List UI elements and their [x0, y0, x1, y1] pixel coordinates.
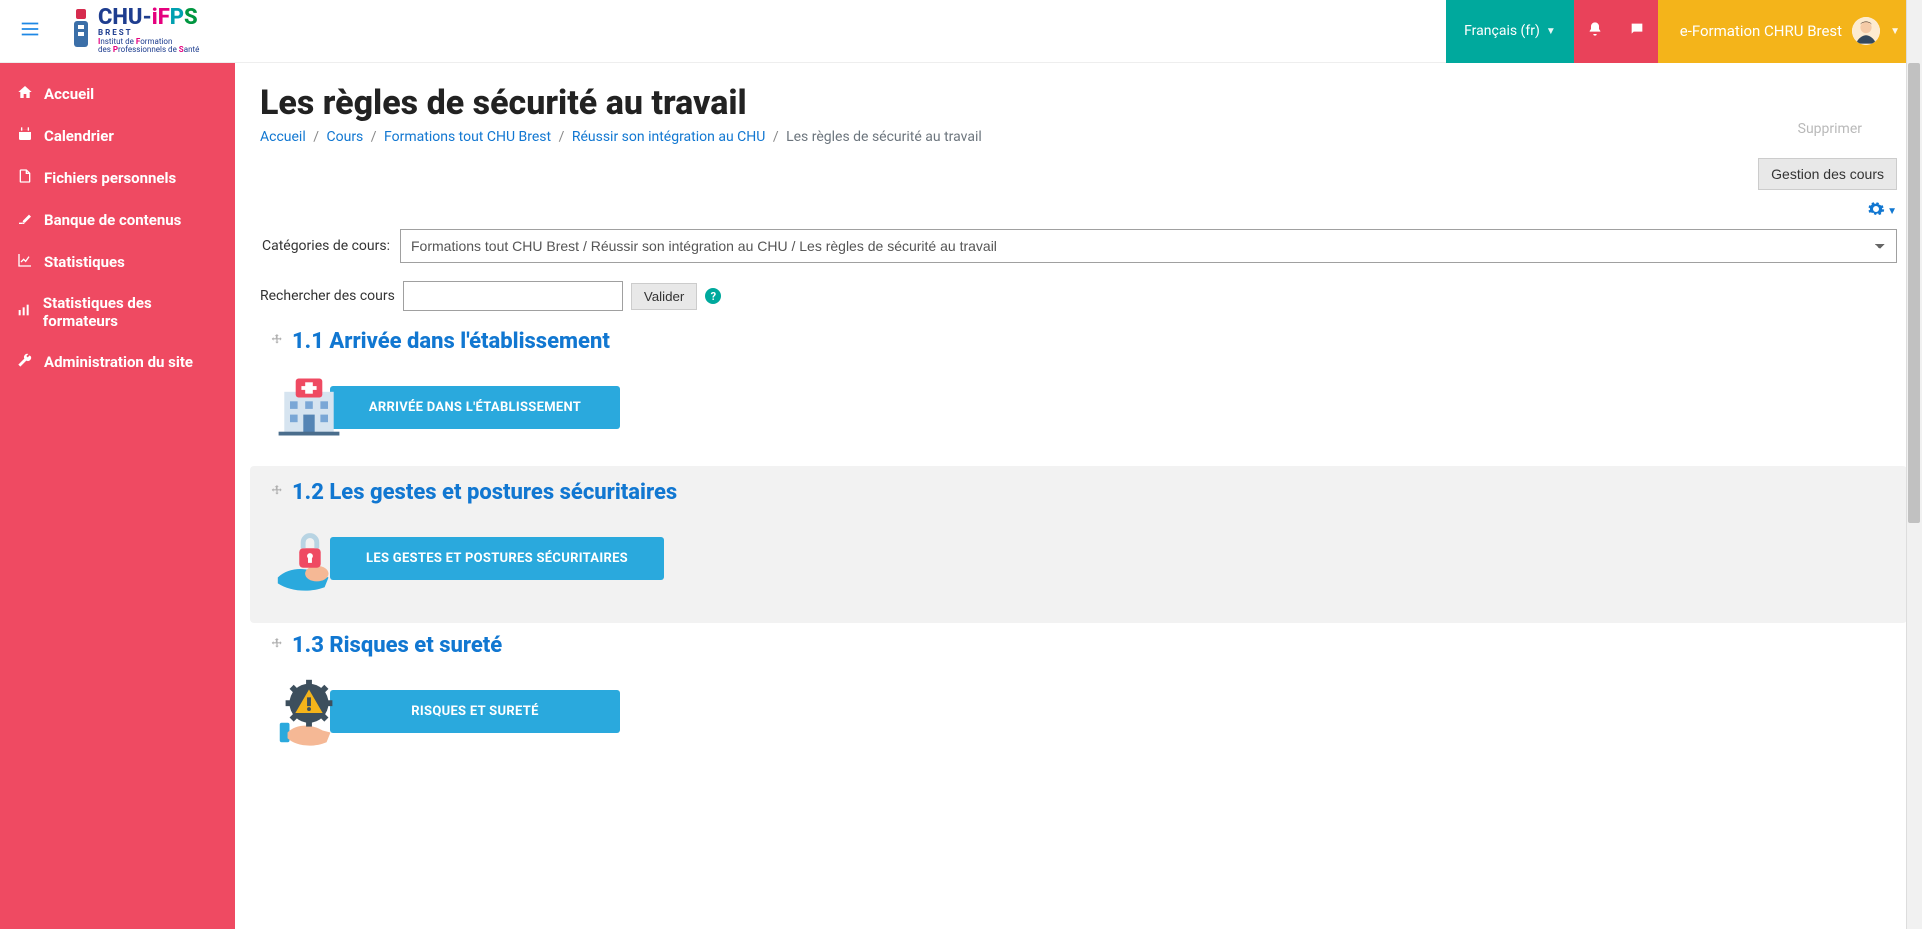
paint-icon — [16, 210, 34, 230]
sidebar: Accueil Calendrier Fichiers personnels B… — [0, 63, 235, 929]
bell-icon — [1587, 21, 1603, 41]
category-select[interactable]: Formations tout CHU Brest / Réussir son … — [400, 229, 1897, 263]
sidebar-item-accueil[interactable]: Accueil — [0, 73, 235, 115]
chevron-down-icon: ▼ — [1546, 26, 1556, 37]
page-title: Les règles de sécurité au travail — [260, 83, 1897, 123]
user-label: e-Formation CHRU Brest — [1680, 22, 1842, 40]
sidebar-item-label: Accueil — [44, 85, 94, 103]
help-icon[interactable]: ? — [705, 288, 721, 304]
sidebar-item-fichiers[interactable]: Fichiers personnels — [0, 157, 235, 199]
scrollbar[interactable] — [1906, 0, 1922, 929]
breadcrumb-link[interactable]: Réussir son intégration au CHU — [572, 129, 766, 145]
notifications-button[interactable] — [1574, 0, 1616, 63]
sidebar-item-label: Fichiers personnels — [44, 169, 176, 187]
settings-menu-button[interactable]: ▼ — [1867, 200, 1897, 223]
breadcrumb-link[interactable]: Cours — [327, 129, 364, 145]
sidebar-item-label: Administration du site — [44, 353, 193, 371]
scrollbar-thumb[interactable] — [1908, 63, 1920, 523]
course-thumb-gear-warning-icon — [270, 672, 348, 750]
course-card: ARRIVÉE DANS L'ÉTABLISSEMENT — [270, 368, 1897, 446]
logo-chu: CHU — [98, 5, 142, 30]
gear-icon — [1867, 200, 1885, 223]
category-title-link[interactable]: 1.3 Risques et sureté — [292, 633, 502, 658]
sidebar-item-label: Banque de contenus — [44, 211, 181, 229]
sidebar-item-label: Calendrier — [44, 127, 114, 145]
breadcrumb-link[interactable]: Accueil — [260, 129, 306, 145]
site-logo[interactable]: CHU-iFPS BREST IInstitut de Formationnst… — [60, 7, 199, 55]
category-title-link[interactable]: 1.1 Arrivée dans l'établissement — [292, 329, 610, 354]
course-category: 1.2 Les gestes et postures sécuritaires … — [250, 466, 1907, 623]
topbar: CHU-iFPS BREST IInstitut de Formationnst… — [0, 0, 1922, 63]
language-selector[interactable]: Français (fr) ▼ — [1446, 0, 1574, 63]
home-icon — [16, 84, 34, 104]
course-card: RISQUES ET SURETÉ — [270, 672, 1897, 750]
user-menu[interactable]: e-Formation CHRU Brest ▼ — [1658, 0, 1922, 63]
main-content: Les règles de sécurité au travail Accuei… — [235, 63, 1922, 929]
sidebar-item-banque[interactable]: Banque de contenus — [0, 199, 235, 241]
logo-ifps-p: P — [170, 5, 184, 30]
logo-ifps-s: S — [184, 5, 198, 30]
move-icon[interactable] — [270, 333, 284, 351]
sidebar-item-label: Statistiques des formateurs — [43, 294, 219, 330]
wrench-icon — [16, 352, 34, 372]
sidebar-item-stats[interactable]: Statistiques — [0, 241, 235, 283]
chevron-down-icon: ▼ — [1890, 26, 1900, 37]
course-button[interactable]: ARRIVÉE DANS L'ÉTABLISSEMENT — [330, 386, 620, 429]
sidebar-item-stats-formateurs[interactable]: Statistiques des formateurs — [0, 283, 235, 341]
avatar — [1852, 17, 1880, 45]
sidebar-item-label: Statistiques — [44, 253, 125, 271]
move-icon[interactable] — [270, 637, 284, 655]
breadcrumb-current: Les règles de sécurité au travail — [786, 129, 982, 145]
delete-hint: Supprimer — [1798, 121, 1862, 137]
breadcrumb-link[interactable]: Formations tout CHU Brest — [384, 129, 551, 145]
course-card: LES GESTES ET POSTURES SÉCURITAIRES — [270, 519, 1897, 597]
course-category: 1.1 Arrivée dans l'établissement — [260, 319, 1897, 466]
category-title-link[interactable]: 1.2 Les gestes et postures sécuritaires — [292, 480, 677, 505]
course-thumb-hospital-icon — [270, 368, 348, 446]
messages-button[interactable] — [1616, 0, 1658, 63]
chat-icon — [1629, 21, 1645, 41]
chart-bar-icon — [16, 302, 33, 322]
chevron-down-icon: ▼ — [1887, 206, 1897, 217]
sidebar-item-admin[interactable]: Administration du site — [0, 341, 235, 383]
language-label: Français (fr) — [1464, 23, 1540, 39]
sidebar-item-calendrier[interactable]: Calendrier — [0, 115, 235, 157]
breadcrumb: Accueil / Cours / Formations tout CHU Br… — [260, 129, 1897, 145]
calendar-icon — [16, 126, 34, 146]
file-icon — [16, 168, 34, 188]
hamburger-menu-button[interactable] — [0, 18, 60, 45]
manage-courses-button[interactable]: Gestion des cours — [1758, 158, 1897, 190]
category-label: Catégories de cours: — [260, 238, 390, 254]
search-label: Rechercher des cours — [260, 288, 395, 304]
search-input[interactable] — [403, 281, 623, 311]
chart-line-icon — [16, 252, 34, 272]
course-button[interactable]: LES GESTES ET POSTURES SÉCURITAIRES — [330, 537, 664, 580]
search-submit-button[interactable]: Valider — [631, 283, 698, 310]
course-category: 1.3 Risques et sureté RISQUES ET SURETÉ — [260, 623, 1897, 770]
course-thumb-hands-lock-icon — [270, 519, 348, 597]
logo-text: CHU-iFPS BREST IInstitut de Formationnst… — [98, 7, 199, 55]
logo-icon — [70, 7, 92, 55]
course-button[interactable]: RISQUES ET SURETÉ — [330, 690, 620, 733]
logo-ifps-f: F — [158, 5, 170, 30]
move-icon[interactable] — [270, 484, 284, 502]
